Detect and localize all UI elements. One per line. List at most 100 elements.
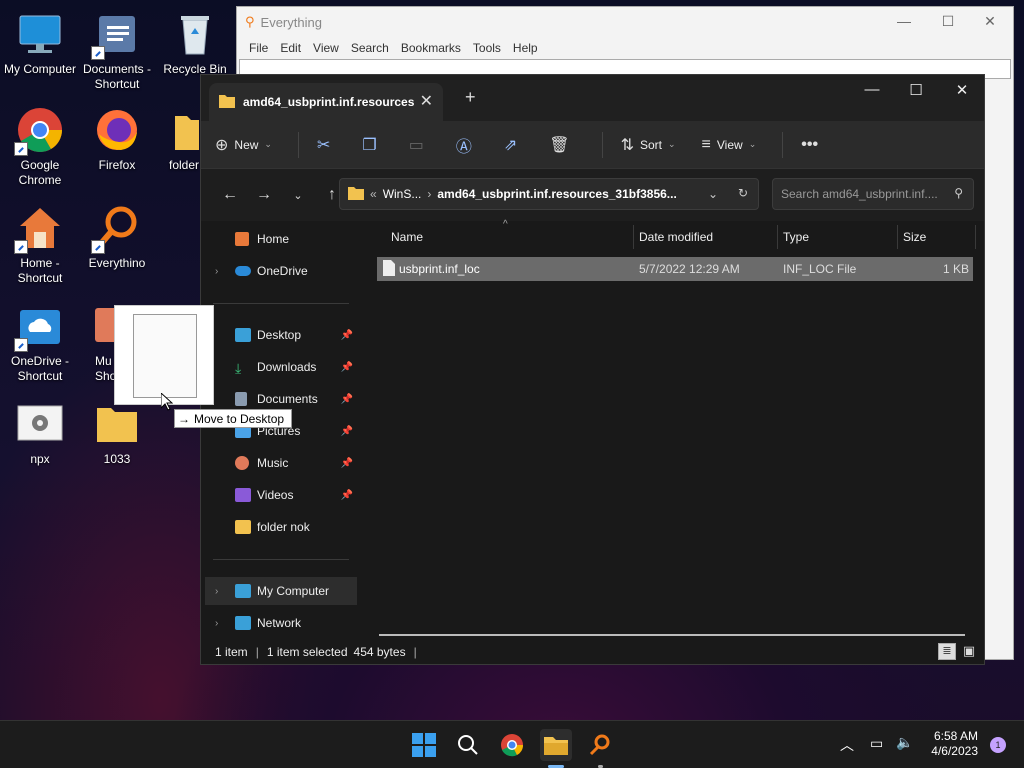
chevron-right-icon[interactable]: ›: [215, 586, 218, 597]
menu-tools[interactable]: Tools: [467, 41, 507, 55]
copy-button[interactable]: ❐: [362, 135, 382, 155]
desktop-icon-recycle-bin[interactable]: Recycle Bin: [155, 10, 235, 77]
forward-button[interactable]: →: [249, 186, 279, 204]
new-button[interactable]: ⊕ New ⌄: [215, 135, 272, 155]
close-button[interactable]: ✕: [975, 13, 1005, 30]
documents-folder-icon: [91, 10, 141, 60]
start-button[interactable]: [408, 729, 440, 761]
paste-button[interactable]: ▭: [409, 135, 430, 155]
delete-button[interactable]: 🗑: [549, 135, 575, 155]
desktop-icon-npx[interactable]: npx: [0, 400, 80, 467]
nav-label: Music: [257, 456, 289, 470]
desktop-icon-folder[interactable]: folder: [145, 106, 205, 173]
breadcrumb-overflow[interactable]: «: [370, 187, 377, 201]
sort-button[interactable]: ⇅ Sort ⌄: [621, 135, 676, 155]
minimize-button[interactable]: —: [857, 81, 887, 105]
desktop-icon-onedrive-shortcut[interactable]: OneDrive - Shortcut: [0, 302, 80, 384]
desktop-icon-label: Documents - Shortcut: [82, 62, 152, 91]
desktop-icon-google-chrome[interactable]: Google Chrome: [0, 106, 80, 188]
tab-bar: amd64_usbprint.inf.resources ✕ + — ☐ ✕: [201, 75, 984, 121]
nav-label: Documents: [257, 392, 318, 406]
close-button[interactable]: ✕: [947, 81, 977, 105]
nav-item-music[interactable]: Music 📌: [201, 449, 357, 477]
nav-item-desktop[interactable]: Desktop 📌: [201, 321, 357, 349]
nav-item-folder-nok[interactable]: folder nok: [201, 513, 357, 541]
search-input[interactable]: Search amd64_usbprint.inf.... ⚲: [772, 178, 974, 210]
desktop-icon-documents-shortcut[interactable]: Documents - Shortcut: [77, 10, 157, 92]
file-list: Name ^ Date modified Type Size usbprint.…: [371, 219, 976, 647]
drag-tooltip-text: Move to Desktop: [194, 411, 285, 426]
selected-size: 454 bytes: [353, 645, 406, 659]
details-view-button[interactable]: ≣: [938, 643, 956, 660]
desktop-icon-everything[interactable]: Everythino: [77, 204, 157, 271]
maximize-button[interactable]: ☐: [933, 13, 963, 30]
cut-button[interactable]: ✂: [317, 135, 336, 155]
desktop-icon-music-shortcut[interactable]: Mu Sho: [77, 302, 117, 384]
search-placeholder: Search amd64_usbprint.inf....: [781, 187, 938, 201]
chevron-up-icon[interactable]: ︿: [840, 735, 854, 755]
address-bar[interactable]: « WinS... › amd64_usbprint.inf.resources…: [339, 178, 759, 210]
nav-item-videos[interactable]: Videos 📌: [201, 481, 357, 509]
view-button[interactable]: ≡ View ⌄: [702, 136, 757, 154]
video-icon: [235, 488, 251, 502]
notification-badge[interactable]: 1: [990, 737, 1006, 753]
drag-preview: [114, 305, 214, 405]
nav-item-my-computer[interactable]: › My Computer: [205, 577, 357, 605]
column-size[interactable]: Size: [903, 230, 926, 244]
file-icon: [383, 260, 395, 279]
search-icon: [458, 735, 478, 755]
more-options-button[interactable]: •••: [801, 136, 824, 154]
taskbar-chrome[interactable]: [496, 729, 528, 761]
nav-label: folder nok: [257, 520, 310, 534]
minimize-button[interactable]: —: [889, 13, 919, 29]
breadcrumb-item[interactable]: WinS...: [383, 187, 422, 201]
new-tab-button[interactable]: +: [465, 87, 476, 108]
breadcrumb-item[interactable]: amd64_usbprint.inf.resources_31bf3856...: [437, 187, 676, 201]
back-button[interactable]: ←: [215, 186, 245, 204]
column-type[interactable]: Type: [783, 230, 809, 244]
rename-button[interactable]: Ⓐ: [456, 133, 478, 157]
scissors-icon: ✂: [316, 136, 331, 154]
search-button[interactable]: [452, 729, 484, 761]
close-tab-icon[interactable]: ✕: [420, 91, 433, 111]
nav-item-home[interactable]: Home: [201, 225, 357, 253]
shortcut-arrow-icon: [91, 46, 105, 60]
volume-icon[interactable]: 🔈: [896, 734, 913, 751]
system-clock[interactable]: 6:58 AM 4/6/2023: [931, 729, 978, 759]
nav-label: Videos: [257, 488, 294, 502]
maximize-button[interactable]: ☐: [901, 81, 931, 105]
chevron-right-icon[interactable]: ›: [215, 266, 218, 277]
shortcut-arrow-icon: [91, 240, 105, 254]
desktop-icon-1033[interactable]: 1033: [77, 400, 157, 467]
column-name[interactable]: Name: [391, 230, 423, 244]
column-date[interactable]: Date modified: [639, 230, 713, 244]
desktop-icon-my-computer[interactable]: My Computer: [0, 10, 80, 77]
file-row[interactable]: usbprint.inf_loc 5/7/2022 12:29 AM INF_L…: [377, 257, 973, 281]
horizontal-scrollbar[interactable]: [379, 634, 965, 636]
taskbar-everything[interactable]: [584, 729, 616, 761]
menu-search[interactable]: Search: [345, 41, 395, 55]
menu-help[interactable]: Help: [507, 41, 544, 55]
network-status-icon[interactable]: ▭: [870, 735, 883, 752]
recent-locations-button[interactable]: ⌄: [283, 189, 313, 202]
file-size: 1 KB: [942, 262, 969, 276]
menu-view[interactable]: View: [307, 41, 345, 55]
menu-file[interactable]: File: [243, 41, 274, 55]
taskbar-file-explorer[interactable]: [540, 729, 572, 761]
nav-item-onedrive[interactable]: › OneDrive: [201, 257, 357, 285]
tab-amd64-usbprint[interactable]: amd64_usbprint.inf.resources ✕: [209, 83, 443, 121]
menu-bookmarks[interactable]: Bookmarks: [395, 41, 467, 55]
file-explorer-window[interactable]: amd64_usbprint.inf.resources ✕ + — ☐ ✕ ⊕…: [200, 74, 985, 665]
share-button[interactable]: ⇗: [504, 135, 523, 155]
file-date: 5/7/2022 12:29 AM: [639, 262, 740, 276]
drag-tooltip: → Move to Desktop: [174, 409, 292, 428]
nav-item-downloads[interactable]: ⤓ Downloads 📌: [201, 353, 357, 381]
chevron-right-icon[interactable]: ›: [215, 618, 218, 629]
refresh-icon[interactable]: ↻: [738, 186, 748, 200]
chevron-down-icon[interactable]: ⌄: [708, 187, 718, 201]
tiles-view-button[interactable]: ▣: [960, 643, 978, 660]
desktop-icon-label: Google Chrome: [18, 158, 62, 187]
desktop-icon-home-shortcut[interactable]: Home - Shortcut: [0, 204, 80, 286]
menu-edit[interactable]: Edit: [274, 41, 307, 55]
nav-item-network[interactable]: › Network: [201, 609, 357, 637]
